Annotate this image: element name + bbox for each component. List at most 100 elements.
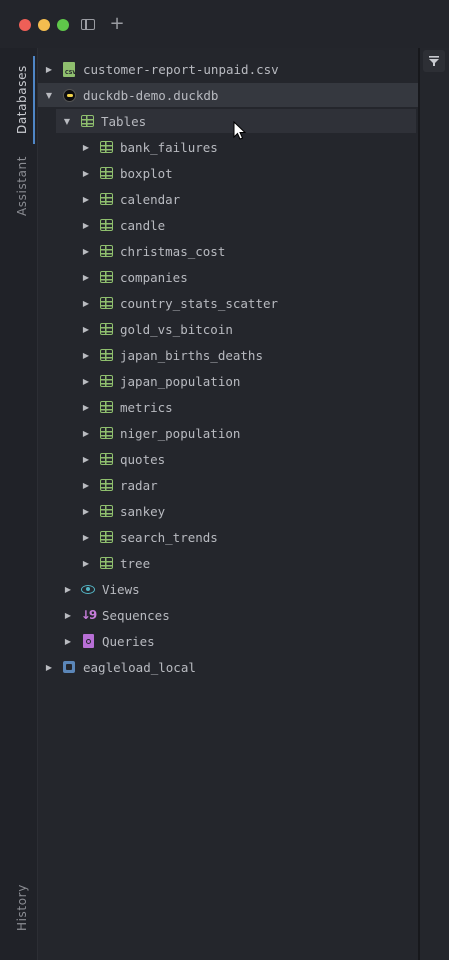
table-name: christmas_cost	[120, 243, 226, 259]
tab-databases[interactable]: Databases	[12, 56, 32, 144]
chevron-down-icon[interactable]: ▼	[62, 116, 72, 126]
database-icon	[61, 659, 77, 675]
table-name: niger_population	[120, 425, 241, 441]
database-tree: ▶ CSV customer-report-unpaid.csv ▼ duckd…	[38, 48, 424, 960]
tree-item-connection[interactable]: ▶ eagleload_local	[38, 655, 424, 679]
table-icon	[98, 191, 114, 207]
table-row[interactable]: ▶ gold_vs_bitcoin	[38, 317, 449, 341]
chevron-right-icon[interactable]: ▶	[81, 558, 91, 568]
table-name: boxplot	[120, 165, 173, 181]
chevron-right-icon[interactable]: ▶	[81, 428, 91, 438]
table-row[interactable]: ▶ candle	[38, 213, 449, 237]
table-row[interactable]: ▶ niger_population	[38, 421, 449, 445]
table-row[interactable]: ▶ country_stats_scatter	[38, 291, 449, 315]
filter-icon[interactable]	[423, 50, 445, 72]
table-name: gold_vs_bitcoin	[120, 321, 233, 337]
chevron-right-icon[interactable]: ▶	[63, 610, 73, 620]
table-icon	[79, 113, 95, 129]
sidebar-toggle-icon[interactable]	[81, 19, 95, 30]
table-row[interactable]: ▶ japan_births_deaths	[38, 343, 449, 367]
csv-file-icon: CSV	[61, 61, 77, 77]
chevron-right-icon[interactable]: ▶	[81, 402, 91, 412]
table-row[interactable]: ▶ metrics	[38, 395, 449, 419]
maximize-window-button[interactable]	[57, 19, 69, 31]
tree-item-label: eagleload_local	[83, 659, 196, 675]
table-row[interactable]: ▶ tree	[38, 551, 449, 575]
tree-item-label: Sequences	[102, 607, 170, 623]
chevron-right-icon[interactable]: ▶	[81, 480, 91, 490]
chevron-right-icon[interactable]: ▶	[63, 636, 73, 646]
tree-item-database[interactable]: ▼ duckdb-demo.duckdb	[38, 83, 424, 107]
table-name: radar	[120, 477, 158, 493]
table-row[interactable]: ▶ boxplot	[38, 161, 449, 185]
table-name: metrics	[120, 399, 173, 415]
chevron-right-icon[interactable]: ▶	[81, 194, 91, 204]
table-icon	[98, 269, 114, 285]
chevron-right-icon[interactable]: ▶	[81, 324, 91, 334]
chevron-right-icon[interactable]: ▶	[81, 298, 91, 308]
table-row[interactable]: ▶ calendar	[38, 187, 449, 211]
table-name: quotes	[120, 451, 166, 467]
table-name: tree	[120, 555, 151, 571]
table-row[interactable]: ▶ companies	[38, 265, 449, 289]
eye-icon	[80, 581, 96, 597]
tab-history[interactable]: History	[12, 876, 32, 940]
duckdb-icon	[61, 87, 77, 103]
chevron-right-icon[interactable]: ▶	[81, 142, 91, 152]
table-name: companies	[120, 269, 188, 285]
table-row[interactable]: ▶ christmas_cost	[38, 239, 449, 263]
mouse-cursor-icon	[233, 120, 247, 141]
table-name: calendar	[120, 191, 181, 207]
table-icon	[98, 425, 114, 441]
chevron-right-icon[interactable]: ▶	[44, 662, 54, 672]
table-row[interactable]: ▶ radar	[38, 473, 449, 497]
table-name: candle	[120, 217, 166, 233]
table-icon	[98, 373, 114, 389]
chevron-right-icon[interactable]: ▶	[81, 506, 91, 516]
right-panel	[420, 48, 449, 960]
tree-item-csv-file[interactable]: ▶ CSV customer-report-unpaid.csv	[38, 57, 424, 81]
app-window: + Databases Assistant History ▶ CSV cust…	[0, 0, 449, 960]
table-name: japan_births_deaths	[120, 347, 263, 363]
table-name: bank_failures	[120, 139, 218, 155]
tree-item-views[interactable]: ▶ Views	[38, 577, 443, 601]
tree-item-label: Queries	[102, 633, 155, 649]
chevron-right-icon[interactable]: ▶	[81, 272, 91, 282]
close-window-button[interactable]	[19, 19, 31, 31]
table-icon	[98, 321, 114, 337]
chevron-down-icon[interactable]: ▼	[44, 90, 54, 100]
tree-item-sequences[interactable]: ▶ ↓9 Sequences	[38, 603, 443, 627]
chevron-right-icon[interactable]: ▶	[81, 350, 91, 360]
table-icon	[98, 243, 114, 259]
table-icon	[98, 555, 114, 571]
chevron-right-icon[interactable]: ▶	[81, 454, 91, 464]
table-icon	[98, 295, 114, 311]
tab-assistant[interactable]: Assistant	[12, 148, 32, 224]
table-icon	[98, 399, 114, 415]
minimize-window-button[interactable]	[38, 19, 50, 31]
table-row[interactable]: ▶ japan_population	[38, 369, 449, 393]
table-name: search_trends	[120, 529, 218, 545]
left-rail: Databases Assistant History	[0, 48, 38, 960]
tree-item-label: Views	[102, 581, 140, 597]
table-icon	[98, 347, 114, 363]
table-name: country_stats_scatter	[120, 295, 279, 311]
table-row[interactable]: ▶ search_trends	[38, 525, 449, 549]
table-row[interactable]: ▶ quotes	[38, 447, 449, 471]
tree-item-label: customer-report-unpaid.csv	[83, 61, 279, 77]
table-icon	[98, 477, 114, 493]
tree-item-label: duckdb-demo.duckdb	[83, 87, 219, 103]
new-tab-button[interactable]: +	[109, 14, 125, 34]
table-icon	[98, 451, 114, 467]
chevron-right-icon[interactable]: ▶	[81, 168, 91, 178]
chevron-right-icon[interactable]: ▶	[63, 584, 73, 594]
chevron-right-icon[interactable]: ▶	[81, 376, 91, 386]
table-row[interactable]: ▶ sankey	[38, 499, 449, 523]
tree-item-queries[interactable]: ▶ Queries	[38, 629, 443, 653]
chevron-right-icon[interactable]: ▶	[81, 532, 91, 542]
chevron-right-icon[interactable]: ▶	[44, 64, 54, 74]
table-icon	[98, 165, 114, 181]
table-icon	[98, 503, 114, 519]
chevron-right-icon[interactable]: ▶	[81, 246, 91, 256]
chevron-right-icon[interactable]: ▶	[81, 220, 91, 230]
